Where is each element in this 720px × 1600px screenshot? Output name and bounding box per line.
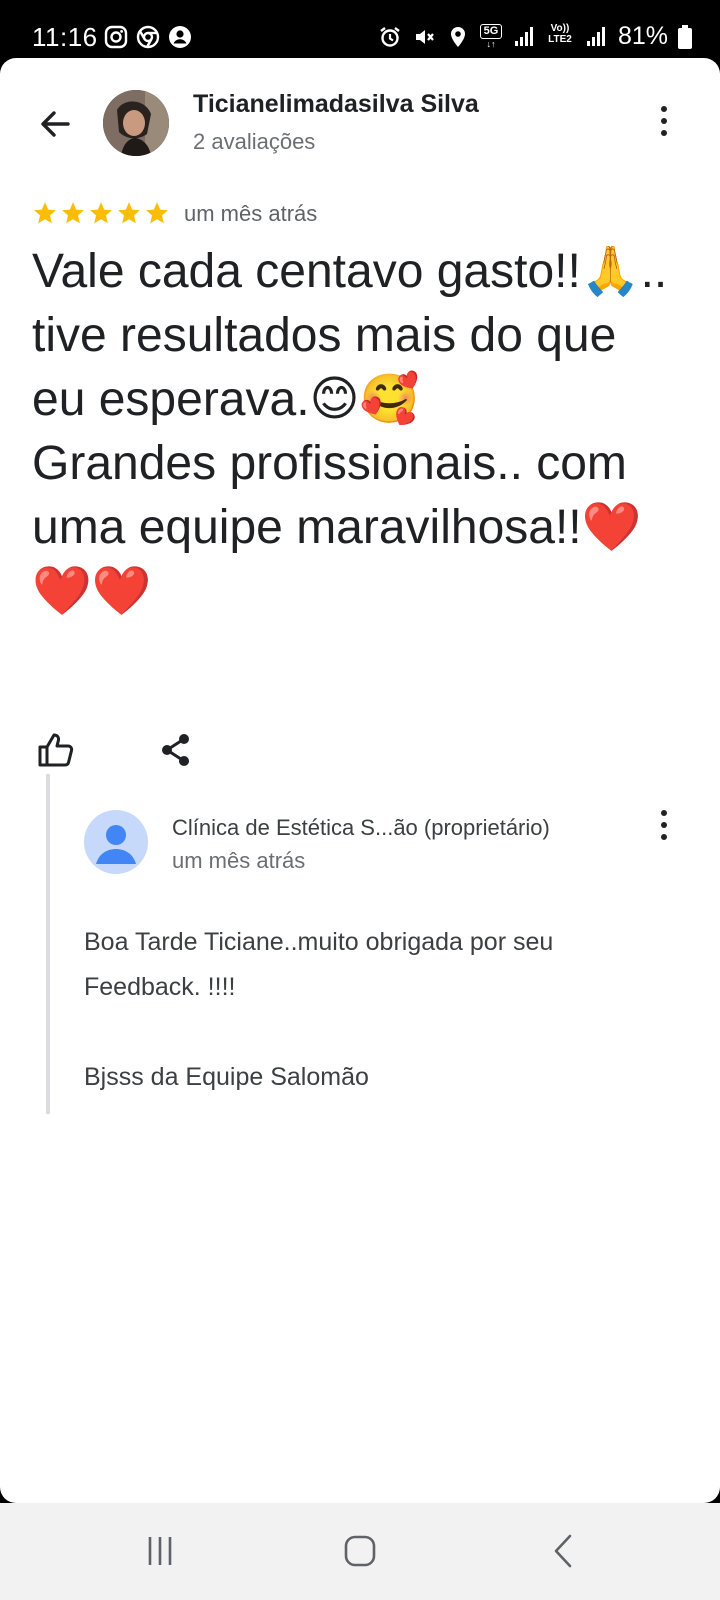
reply-divider [46, 774, 50, 1114]
home-icon[interactable] [342, 1533, 378, 1569]
location-icon [450, 26, 465, 47]
owner-reply-time: um mês atrás [172, 848, 306, 873]
star-icon [118, 202, 140, 224]
navigation-bar [0, 1503, 720, 1600]
volte-lte2-icon: Vo)) LTE2 [548, 22, 572, 45]
review-card: Ticianelimadasilva Silva 2 avaliações um… [0, 58, 720, 1503]
owner-reply-text: Boa Tarde Ticiane..muito obrigada por se… [84, 928, 554, 1091]
arrow-back-icon[interactable] [34, 102, 78, 146]
review-text: Vale cada centavo gasto!!🙏.. tive result… [32, 245, 668, 618]
avatar-photo [103, 90, 169, 156]
star-rating [32, 200, 170, 226]
more-vert-icon[interactable] [658, 106, 670, 146]
chrome-icon [136, 25, 160, 49]
star-icon [146, 202, 168, 224]
mute-icon [415, 29, 434, 44]
reviewer-name[interactable]: Ticianelimadasilva Silva [193, 90, 479, 119]
star-icon [90, 202, 112, 224]
review-time: um mês atrás [184, 201, 318, 226]
battery-icon [678, 24, 692, 49]
status-time: 11:16 [32, 22, 98, 52]
battery-percent: 81% [617, 22, 668, 50]
signal-icon [514, 26, 533, 46]
review-count: 2 avaliações [193, 129, 316, 154]
5g-icon: 5G ↓↑ [479, 23, 502, 50]
signal-icon [586, 26, 605, 46]
thumb-up-icon[interactable] [34, 728, 78, 772]
owner-name: Clínica de Estética S...ão (proprietário… [172, 815, 550, 840]
status-right-icons: 5G ↓↑ Vo)) LTE2 81% [378, 22, 692, 51]
share-icon[interactable] [154, 728, 198, 772]
back-icon[interactable] [548, 1533, 578, 1569]
avatar[interactable] [103, 90, 169, 156]
instagram-icon [104, 25, 128, 49]
alarm-icon [380, 26, 400, 47]
star-icon [34, 202, 56, 224]
more-vert-icon[interactable] [658, 810, 670, 850]
star-icon [62, 202, 84, 224]
person-icon [96, 825, 136, 864]
status-left-icons [104, 25, 192, 49]
status-bar: 11:16 5G ↓↑ Vo)) LTE2 81% [0, 0, 720, 62]
owner-avatar [84, 810, 148, 874]
account-icon [169, 26, 191, 48]
recent-apps-icon[interactable] [142, 1533, 178, 1569]
